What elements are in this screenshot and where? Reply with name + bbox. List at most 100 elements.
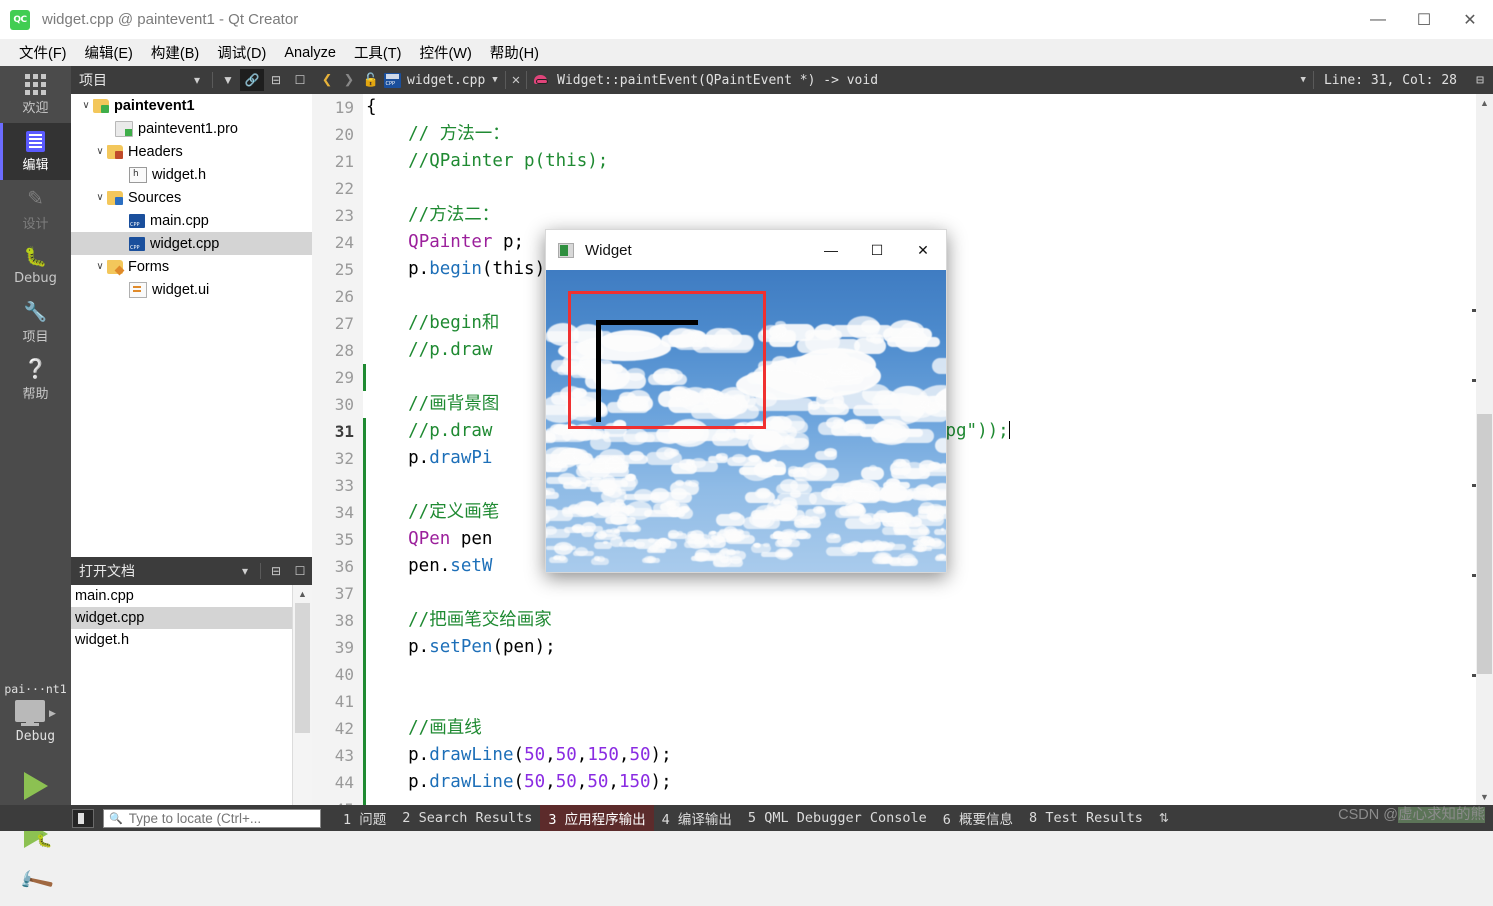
link-icon[interactable]: 🔗 — [240, 69, 264, 91]
open-doc-widget-cpp[interactable]: widget.cpp — [71, 607, 293, 629]
tree-item-widget-h[interactable]: widget.h — [71, 163, 312, 186]
chevron-down-icon[interactable]: ▼ — [1294, 75, 1313, 85]
build-button[interactable]: 🔨 — [0, 858, 71, 906]
pane-tab-qml-debugger-console[interactable]: 5 QML Debugger Console — [740, 807, 935, 829]
mode-design[interactable]: ✎ 设计 — [0, 180, 71, 237]
pane-tab-application-output[interactable]: 3 应用程序输出 — [540, 805, 654, 831]
scroll-up-icon[interactable]: ▲ — [293, 585, 312, 602]
open-doc-main-cpp[interactable]: main.cpp — [71, 585, 293, 607]
cloud-puff — [591, 476, 603, 485]
close-icon[interactable]: ✕ — [1447, 0, 1493, 39]
locator[interactable]: 🔍 — [103, 808, 321, 828]
code-line[interactable] — [366, 175, 1493, 202]
menu-build[interactable]: 构建(B) — [142, 39, 208, 66]
code-line[interactable]: p.drawLine(50,50,150,50); — [366, 742, 1493, 769]
scrollbar-thumb[interactable] — [295, 603, 310, 733]
mode-debug[interactable]: 🐛 Debug — [0, 237, 71, 294]
code-line[interactable] — [366, 796, 1493, 805]
code-line[interactable]: p.drawLine(50,50,50,150); — [366, 769, 1493, 796]
editor-vertical-scrollbar[interactable]: ▲ ▼ — [1476, 94, 1493, 805]
menu-edit[interactable]: 编辑(E) — [76, 39, 142, 66]
chevron-down-icon[interactable]: ∨ — [93, 192, 107, 203]
mode-welcome[interactable]: 欢迎 — [0, 66, 71, 123]
pane-tab-general-messages[interactable]: 6 概要信息 — [935, 805, 1021, 831]
open-documents-list[interactable]: main.cpp widget.cpp widget.h ▲ ▼ — [71, 585, 313, 831]
tree-item-widget-cpp[interactable]: widget.cpp — [71, 232, 312, 255]
tree-item-headers[interactable]: ∨ Headers — [71, 140, 312, 163]
maximize-icon[interactable]: ☐ — [854, 230, 900, 270]
panel-options-icon[interactable]: ☐ — [288, 69, 312, 91]
menu-debug[interactable]: 调试(D) — [208, 39, 275, 66]
navigate-back-icon[interactable]: ❮ — [316, 70, 338, 90]
chevron-down-icon[interactable]: ∨ — [79, 100, 93, 111]
tree-item-paintevent1[interactable]: ∨ paintevent1 — [71, 94, 312, 117]
panel-options-icon[interactable]: ☐ — [288, 560, 312, 582]
pane-updown-icon[interactable]: ⇅ — [1159, 811, 1169, 825]
cloud-puff — [787, 466, 799, 474]
chevron-down-icon[interactable]: ▾ — [233, 560, 257, 582]
menu-analyze[interactable]: Analyze — [275, 42, 345, 64]
expand-all-icon[interactable]: ⊟ — [264, 69, 288, 91]
unlock-icon[interactable]: 🔓 — [360, 73, 382, 88]
split-editor-icon[interactable]: ⊟ — [1467, 73, 1493, 88]
cloud-puff — [784, 431, 810, 449]
editor-symbol-label[interactable]: Widget::paintEvent(QPaintEvent *) -> voi… — [557, 73, 878, 88]
filter-icon[interactable]: ▼​ — [216, 69, 240, 91]
code-line[interactable] — [366, 661, 1493, 688]
close-icon[interactable]: ✕ — [900, 230, 946, 270]
tree-item-pro-file[interactable]: paintevent1.pro — [71, 117, 312, 140]
add-split-icon[interactable]: ⊟ — [264, 560, 288, 582]
minimize-icon[interactable]: — — [808, 230, 854, 270]
pane-tab-search-results[interactable]: 2 Search Results — [394, 807, 540, 829]
divider — [260, 563, 261, 579]
tree-item-sources[interactable]: ∨ Sources — [71, 186, 312, 209]
tree-item-widget-ui[interactable]: widget.ui — [71, 278, 312, 301]
pane-tab-issues[interactable]: 1 问题 — [335, 805, 394, 831]
chevron-down-icon[interactable]: ▾ — [185, 69, 209, 91]
toggle-sidebar-button[interactable] — [72, 808, 94, 828]
widget-preview-window[interactable]: Widget — ☐ ✕ — [545, 229, 947, 573]
kit-selector[interactable]: pai···nt1 ▶ Debug 🐛 🔨 — [0, 678, 71, 906]
editor-file-selector[interactable]: widget.cpp — [384, 72, 486, 88]
mode-edit[interactable]: 编辑 — [0, 123, 71, 180]
mode-help[interactable]: ❔ 帮助 — [0, 351, 71, 408]
code-line[interactable] — [366, 580, 1493, 607]
tree-item-main-cpp[interactable]: main.cpp — [71, 209, 312, 232]
cloud-puff — [828, 533, 837, 540]
code-line[interactable]: // 方法一： — [366, 121, 1493, 148]
menu-file[interactable]: 文件(F) — [10, 39, 76, 66]
editor-filename: widget.cpp — [407, 72, 486, 88]
minimize-icon[interactable]: — — [1355, 0, 1401, 39]
pane-tab-test-results[interactable]: 8 Test Results — [1021, 807, 1151, 829]
menu-help[interactable]: 帮助(H) — [481, 39, 548, 66]
chevron-down-icon[interactable]: ∨ — [93, 261, 107, 272]
run-button[interactable] — [0, 762, 71, 810]
cloud-puff — [644, 555, 654, 563]
scrollbar-thumb[interactable] — [1477, 414, 1492, 674]
scroll-up-icon[interactable]: ▲ — [1476, 94, 1493, 111]
code-line[interactable]: { — [366, 94, 1493, 121]
menu-tools[interactable]: 工具(T) — [345, 39, 411, 66]
mode-projects[interactable]: 🔧 项目 — [0, 294, 71, 351]
open-documents-scrollbar[interactable]: ▲ ▼ — [292, 585, 312, 831]
open-doc-widget-h[interactable]: widget.h — [71, 629, 293, 651]
code-line[interactable]: //把画笔交给画家 — [366, 607, 1493, 634]
close-document-icon[interactable]: ✕ — [506, 72, 526, 88]
chevron-down-icon[interactable]: ▼ — [485, 75, 504, 85]
project-panel-title: 项目 — [79, 72, 107, 88]
code-token: drawPi — [429, 448, 493, 468]
tree-item-forms[interactable]: ∨ Forms — [71, 255, 312, 278]
code-line[interactable]: //方法二： — [366, 202, 1493, 229]
code-line[interactable]: p.setPen(pen); — [366, 634, 1493, 661]
navigate-forward-icon[interactable]: ❯ — [338, 70, 360, 90]
wrench-icon: 🔧 — [23, 302, 48, 323]
maximize-icon[interactable]: ☐ — [1401, 0, 1447, 39]
project-tree[interactable]: ∨ paintevent1 paintevent1.pro ∨ Headers … — [71, 94, 312, 557]
menu-widgets[interactable]: 控件(W) — [410, 39, 480, 66]
pane-tab-compile-output[interactable]: 4 编译输出 — [654, 805, 740, 831]
search-input[interactable] — [126, 809, 309, 827]
code-line[interactable]: //画直线 — [366, 715, 1493, 742]
code-line[interactable] — [366, 688, 1493, 715]
code-line[interactable]: //QPainter p(this); — [366, 148, 1493, 175]
chevron-down-icon[interactable]: ∨ — [93, 146, 107, 157]
